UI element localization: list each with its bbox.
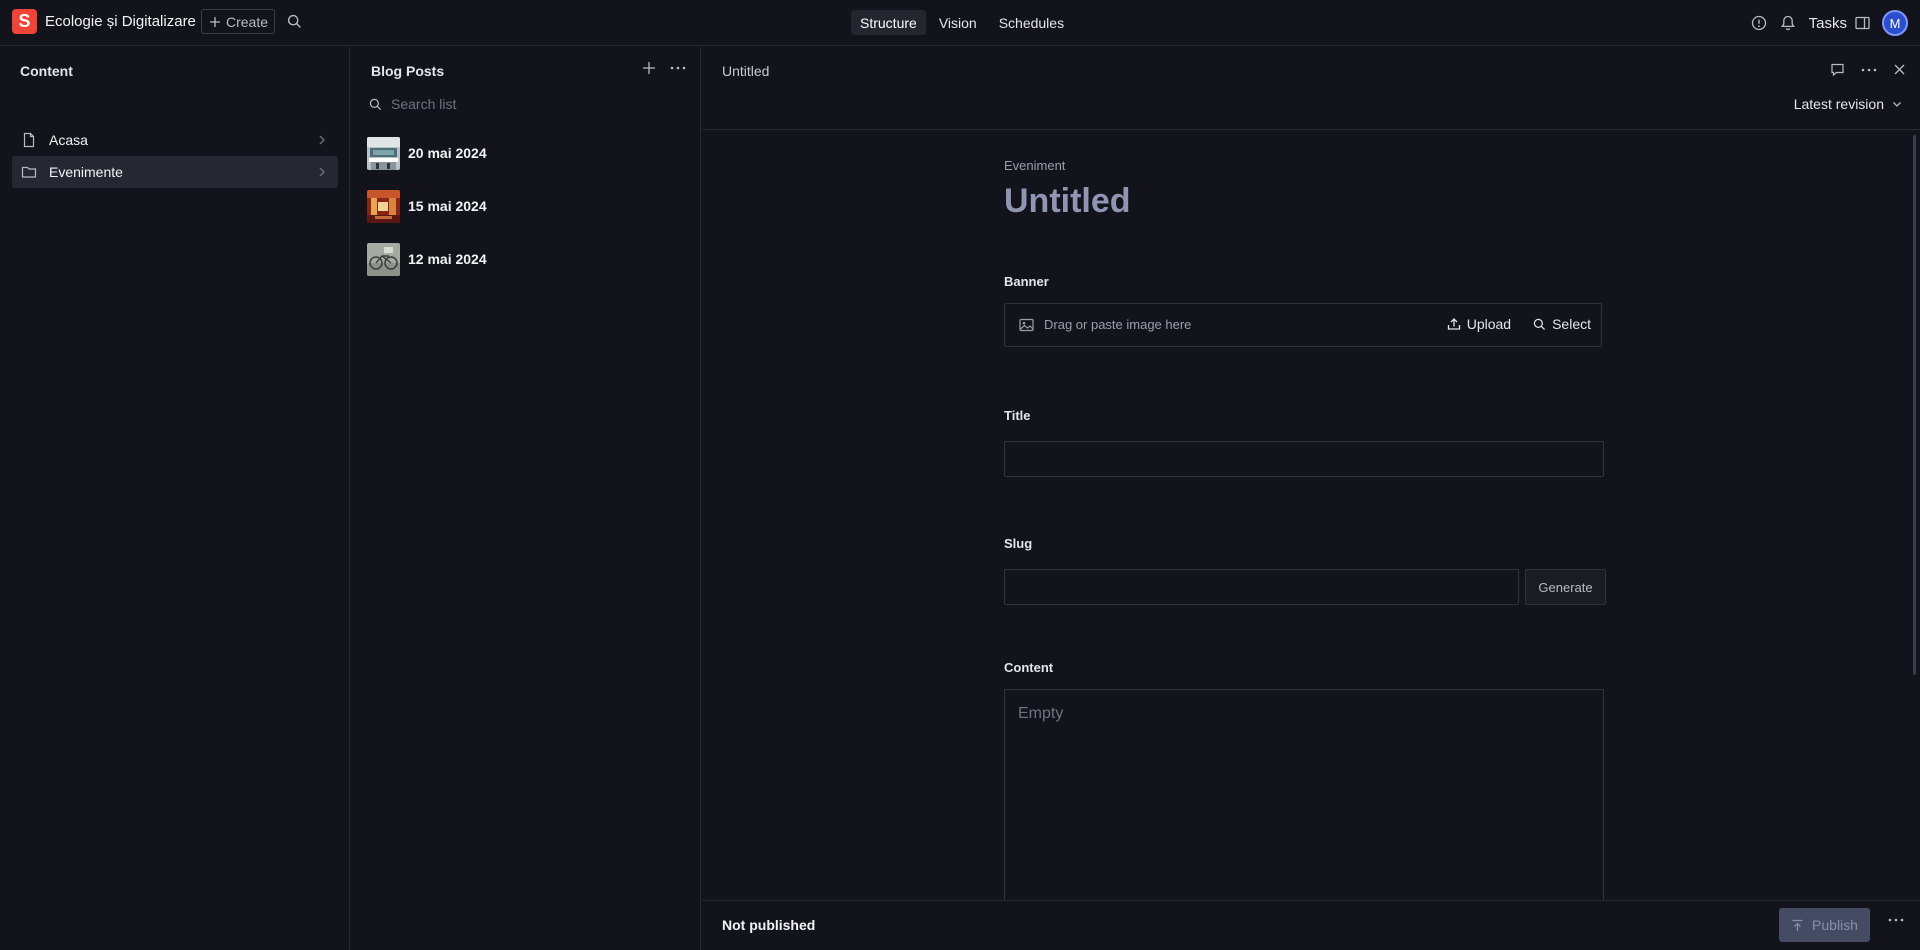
content-label: Content xyxy=(1004,660,1054,675)
upload-button[interactable]: Upload xyxy=(1447,316,1511,332)
create-label: Create xyxy=(226,13,269,30)
search-icon xyxy=(369,98,382,111)
chevron-right-icon xyxy=(318,166,326,178)
upload-label: Upload xyxy=(1466,316,1512,332)
chevron-right-icon xyxy=(318,134,326,146)
nav-item-evenimente[interactable]: Evenimente xyxy=(12,156,338,188)
close-icon[interactable] xyxy=(1893,63,1906,76)
list-search xyxy=(369,96,641,112)
tab-structure[interactable]: Structure xyxy=(851,10,926,35)
notifications-icon[interactable] xyxy=(1779,14,1797,32)
content-pane-title: Content xyxy=(20,63,73,79)
folder-icon xyxy=(21,164,37,180)
top-bar: S Ecologie și Digitalizare Create Struct… xyxy=(0,0,1920,46)
comments-icon[interactable] xyxy=(1830,62,1845,77)
top-right-actions: Tasks M xyxy=(1751,10,1908,36)
nav-item-acasa[interactable]: Acasa xyxy=(12,124,338,156)
chevron-down-icon xyxy=(1892,101,1902,108)
publish-icon xyxy=(1791,919,1804,932)
document-icon xyxy=(21,132,37,148)
post-title: 12 mai 2024 xyxy=(408,251,487,267)
banner-actions: Upload Select xyxy=(1447,316,1591,332)
list-item[interactable]: 15 mai 2024 xyxy=(367,186,687,226)
create-button[interactable]: Create xyxy=(201,9,275,34)
add-document-icon[interactable] xyxy=(642,61,656,75)
blog-posts-title: Blog Posts xyxy=(371,63,445,79)
tasks-button[interactable]: Tasks xyxy=(1809,15,1870,32)
banner-label: Banner xyxy=(1004,274,1049,289)
banner-dropzone[interactable]: Drag or paste image here Upload Select xyxy=(1004,303,1602,347)
title-input[interactable] xyxy=(1004,441,1604,477)
red-hall-thumbnail xyxy=(367,189,400,223)
more-options-icon[interactable] xyxy=(1861,68,1877,72)
tool-tabs: Structure Vision Schedules xyxy=(851,10,1073,35)
content-editor[interactable]: Empty xyxy=(1004,689,1604,929)
panel-toggle-icon xyxy=(1855,16,1870,30)
publish-status: Not published xyxy=(722,917,816,933)
tab-schedules[interactable]: Schedules xyxy=(990,10,1073,35)
content-placeholder: Empty xyxy=(1018,705,1064,722)
slug-input[interactable] xyxy=(1004,569,1519,605)
document-title: Untitled xyxy=(1004,182,1131,220)
publish-button[interactable]: Publish xyxy=(1779,908,1870,942)
search-icon[interactable] xyxy=(287,14,302,29)
avatar[interactable]: M xyxy=(1882,10,1908,36)
image-icon xyxy=(1019,318,1034,332)
document-header-actions xyxy=(1830,62,1906,77)
document-pane: Untitled Latest revision Eveniment Untit… xyxy=(702,47,1920,950)
select-label: Select xyxy=(1552,316,1591,332)
select-button[interactable]: Select xyxy=(1533,316,1591,332)
list-item[interactable]: 20 mai 2024 xyxy=(367,133,687,173)
banner-hint: Drag or paste image here xyxy=(1019,317,1191,332)
revision-selector[interactable]: Latest revision xyxy=(1794,96,1902,112)
publish-label: Publish xyxy=(1812,917,1858,933)
banner-hint-text: Drag or paste image here xyxy=(1044,317,1192,332)
document-footer: Not published Publish xyxy=(702,900,1920,950)
list-actions xyxy=(642,61,686,75)
plus-icon xyxy=(209,16,221,28)
document-type: Eveniment xyxy=(1004,158,1066,173)
title-label: Title xyxy=(1004,408,1031,423)
more-options-icon[interactable] xyxy=(670,66,686,70)
header-divider xyxy=(702,129,1920,130)
nav-item-label: Evenimente xyxy=(49,164,123,180)
conference-room-thumbnail xyxy=(367,136,400,170)
bicycle-thumbnail xyxy=(367,242,400,276)
more-options-icon[interactable] xyxy=(1888,918,1904,922)
slug-label: Slug xyxy=(1004,536,1033,551)
scrollbar[interactable] xyxy=(1913,135,1916,675)
search-icon xyxy=(1533,318,1546,331)
tab-vision[interactable]: Vision xyxy=(930,10,986,35)
workspace-name[interactable]: Ecologie și Digitalizare xyxy=(45,13,196,30)
document-header-title: Untitled xyxy=(722,63,770,79)
help-icon[interactable] xyxy=(1751,15,1767,31)
tasks-label: Tasks xyxy=(1808,14,1847,32)
post-title: 15 mai 2024 xyxy=(408,198,487,214)
generate-slug-button[interactable]: Generate xyxy=(1525,569,1606,605)
studio-logo[interactable]: S xyxy=(12,9,37,34)
upload-icon xyxy=(1447,317,1461,331)
post-title: 20 mai 2024 xyxy=(408,145,487,161)
content-pane: Content Acasa Evenimente xyxy=(0,47,350,950)
nav-item-label: Acasa xyxy=(49,132,88,148)
revision-label: Latest revision xyxy=(1793,96,1884,112)
list-item[interactable]: 12 mai 2024 xyxy=(367,239,687,279)
blog-posts-pane: Blog Posts 20 mai 2024 xyxy=(351,47,701,950)
search-list-input[interactable] xyxy=(391,96,641,112)
